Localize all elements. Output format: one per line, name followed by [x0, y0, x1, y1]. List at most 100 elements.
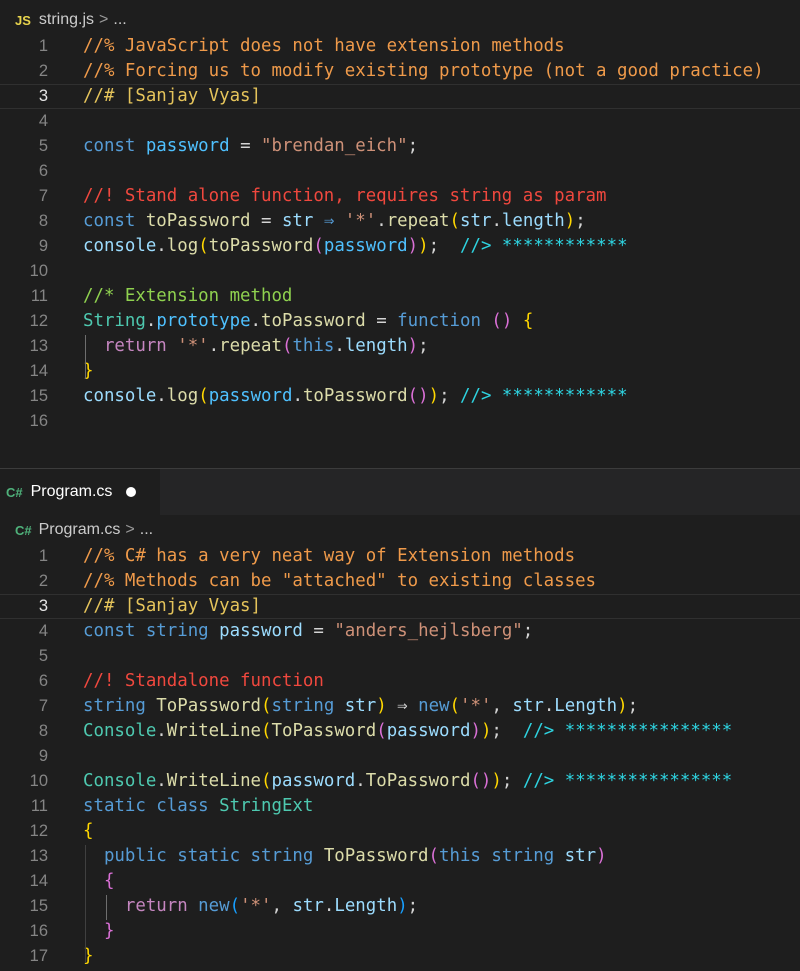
code-line[interactable]: 13 return '*'.repeat(this.length); — [0, 334, 800, 359]
code-line[interactable]: 3 //# [Sanjay Vyas] — [0, 594, 800, 619]
code-token: . — [292, 386, 303, 406]
breadcrumb-more[interactable]: ... — [113, 11, 126, 29]
code-token: public — [83, 846, 178, 866]
code-line[interactable]: 11 //* Extension method — [0, 284, 800, 309]
line-code: //% C# has a very neat way of Extension … — [83, 544, 575, 569]
line-code: return '*'.repeat(this.length); — [83, 334, 429, 359]
code-token: = — [302, 621, 335, 641]
code-token: string — [145, 621, 220, 641]
tab-program-cs[interactable]: C# Program.cs — [0, 469, 160, 515]
tab-label: Program.cs — [30, 483, 113, 500]
code-line[interactable]: 9 — [0, 744, 800, 769]
code-token: ( — [198, 386, 209, 406]
code-line[interactable]: 12 String.prototype.toPassword = function… — [0, 309, 800, 334]
code-line[interactable]: 5 — [0, 644, 800, 669]
breadcrumb-file[interactable]: Program.cs — [39, 521, 121, 539]
code-token: ) — [397, 896, 408, 916]
code-token: string — [271, 696, 345, 716]
code-token: . — [156, 721, 167, 741]
code-token: } — [83, 921, 115, 941]
editor-tab-bar: C# Program.cs — [0, 469, 800, 515]
line-number: 13 — [29, 847, 48, 865]
code-token: password — [219, 621, 303, 641]
line-code: { — [83, 819, 93, 844]
code-token: ( — [198, 236, 209, 256]
code-line[interactable]: 2 //% Methods can be "attached" to existi… — [0, 569, 800, 594]
code-token: length — [501, 211, 565, 231]
code-line[interactable]: 14 { — [0, 869, 800, 894]
line-number: 11 — [30, 287, 48, 305]
code-token: const — [83, 211, 146, 231]
line-code: const password = "brendan_eich"; — [83, 134, 418, 159]
code-token: ; — [439, 386, 461, 406]
code-line[interactable]: 3 //# [Sanjay Vyas] — [0, 84, 800, 109]
code-token: ( — [313, 236, 324, 256]
code-token: ( — [376, 721, 387, 741]
code-line[interactable]: 2 //% Forcing us to modify existing proto… — [0, 59, 800, 84]
code-token: class — [156, 796, 220, 816]
code-line[interactable]: 16 — [0, 409, 800, 434]
code-token: ToPassword — [156, 696, 261, 716]
code-token: str — [344, 696, 377, 716]
breadcrumb-file[interactable]: string.js — [39, 11, 94, 29]
code-line[interactable]: 13 public static string ToPassword(this … — [0, 844, 800, 869]
code-line[interactable]: 7 string ToPassword(string str) ⇒ new('*'… — [0, 694, 800, 719]
code-line[interactable]: 1 //% C# has a very neat way of Extension… — [0, 544, 800, 569]
code-line[interactable]: 10 Console.WriteLine(password.ToPassword(… — [0, 769, 800, 794]
code-line[interactable]: 1 //% JavaScript does not have extension … — [0, 34, 800, 59]
indent-guide — [85, 335, 86, 379]
code-token: WriteLine — [166, 721, 262, 741]
code-token: . — [355, 771, 366, 791]
code-line[interactable]: 17} — [0, 944, 800, 969]
code-token: password — [208, 386, 293, 406]
code-token: = — [365, 311, 398, 331]
line-code: static class StringExt — [83, 794, 313, 819]
code-token: str — [512, 696, 544, 716]
code-line[interactable]: 6 — [0, 159, 800, 184]
breadcrumb-program-cs: C# Program.cs > ... — [0, 516, 800, 544]
code-line[interactable]: 15 return new('*', str.Length); — [0, 894, 800, 919]
code-line[interactable]: 7 //! Stand alone function, requires stri… — [0, 184, 800, 209]
code-line[interactable]: 8 Console.WriteLine(ToPassword(password))… — [0, 719, 800, 744]
code-token: console — [83, 386, 157, 406]
line-code: Console.WriteLine(password.ToPassword())… — [83, 769, 732, 794]
code-line[interactable]: 4 const string password = "anders_hejlsbe… — [0, 619, 800, 644]
line-code: //# [Sanjay Vyas] — [83, 594, 261, 619]
code-line[interactable]: 16 } — [0, 919, 800, 944]
code-token: ) — [491, 771, 502, 791]
code-token: ⇒ — [313, 211, 345, 231]
code-editor-string-js[interactable]: 1 //% JavaScript does not have extension … — [0, 34, 800, 434]
breadcrumb-more[interactable]: ... — [140, 521, 153, 539]
code-line[interactable]: 4 — [0, 109, 800, 134]
unsaved-dot-icon[interactable] — [126, 487, 137, 497]
code-token: log — [166, 386, 199, 406]
code-editor-program-cs[interactable]: 1 //% C# has a very neat way of Extension… — [0, 544, 800, 969]
code-token: { — [522, 311, 534, 331]
code-token: ( — [261, 771, 272, 791]
code-token: '*' — [240, 896, 272, 916]
code-token: static — [177, 846, 251, 866]
code-line[interactable]: 11 static class StringExt — [0, 794, 800, 819]
line-number: 12 — [29, 312, 48, 330]
code-token: //% Forcing us to modify existing protot… — [83, 61, 764, 81]
code-line[interactable]: 14} — [0, 359, 800, 384]
code-line[interactable]: 5 const password = "brendan_eich"; — [0, 134, 800, 159]
code-token: prototype — [156, 311, 251, 331]
code-line[interactable]: 15 console.log(password.toPassword()); //… — [0, 384, 800, 409]
code-line[interactable]: 8 const toPassword = str ⇒ '*'.repeat(str… — [0, 209, 800, 234]
code-line[interactable]: 12 { — [0, 819, 800, 844]
code-token: //> ************ — [460, 236, 628, 256]
code-token: , — [491, 696, 513, 716]
code-token: ; — [501, 771, 523, 791]
code-line[interactable]: 6 //! Standalone function — [0, 669, 800, 694]
code-token: return — [83, 336, 178, 356]
code-token: ; — [491, 721, 523, 741]
line-number: 6 — [38, 672, 48, 690]
code-token: "anders_hejlsberg" — [334, 621, 523, 641]
code-token: const — [83, 136, 146, 156]
code-line[interactable]: 10 — [0, 259, 800, 284]
line-number: 8 — [38, 722, 48, 740]
code-token: ; — [407, 136, 419, 156]
code-line[interactable]: 9 console.log(toPassword(password)); //> … — [0, 234, 800, 259]
line-number: 14 — [29, 872, 48, 890]
